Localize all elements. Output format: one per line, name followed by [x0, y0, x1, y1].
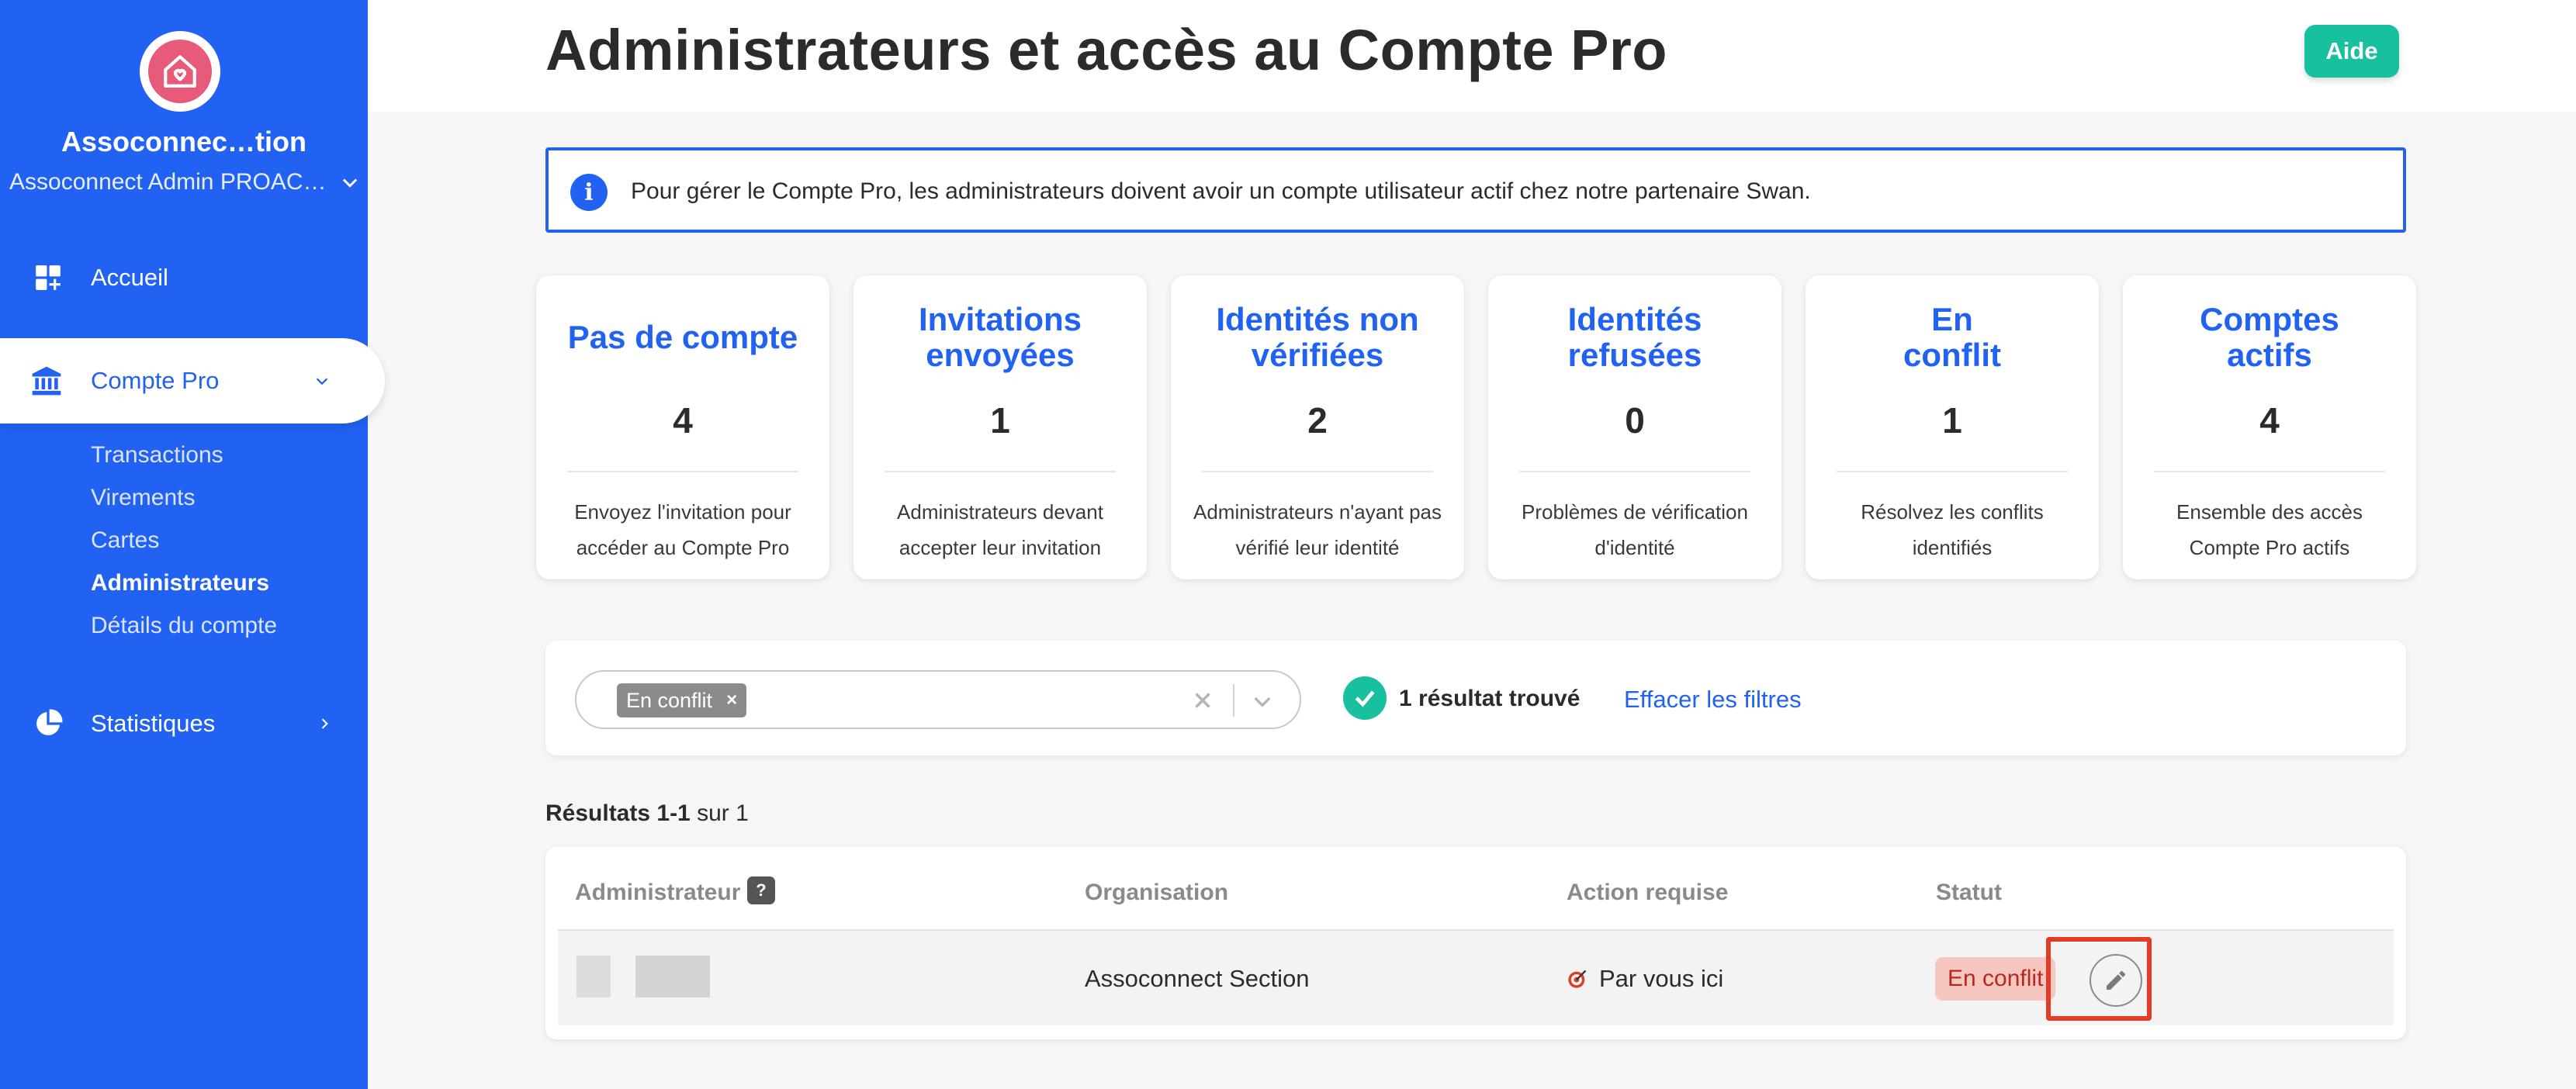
stat-card-en-conflit[interactable]: En conflit 1 Résolvez les conflits ident…: [1806, 275, 2099, 579]
stat-card-title: En conflit: [1903, 301, 2001, 373]
stat-card-title: Identités non vérifiées: [1216, 301, 1419, 373]
nav-accueil[interactable]: Accueil: [0, 235, 368, 320]
check-icon: [1343, 676, 1387, 720]
column-header-organisation[interactable]: Organisation: [1085, 880, 1228, 906]
stat-card-value: 1: [990, 400, 1010, 441]
column-header-admin[interactable]: Administrateur: [575, 880, 740, 906]
divider: [1837, 471, 2068, 472]
chevron-down-icon: [316, 378, 328, 385]
filter-chip-label: En conflit: [626, 688, 713, 712]
org-switcher[interactable]: Assoconnect Admin PROAC…: [9, 169, 361, 195]
nav-compte-pro-label: Compte Pro: [91, 367, 220, 394]
stat-card-desc: Résolvez les conflits identifiés: [1861, 500, 2044, 559]
chevron-right-icon: [321, 718, 328, 729]
divider: [885, 471, 1116, 472]
stat-card-desc: Envoyez l'invitation pour accéder au Com…: [574, 500, 791, 559]
admin-name-redacted: [576, 956, 710, 997]
subnav-cartes[interactable]: Cartes: [91, 527, 159, 554]
stat-card-value: 4: [673, 400, 693, 441]
table-row[interactable]: Assoconnect Section Par vous ici En conf…: [558, 929, 2394, 1025]
clear-filters-link[interactable]: Effacer les filtres: [1624, 686, 1802, 714]
filter-panel: En conflit × 1 résultat trouvé Effacer l…: [545, 641, 2406, 755]
pie-chart-icon: [31, 707, 65, 741]
stat-card-title: Identités refusées: [1567, 301, 1702, 373]
nav-accueil-label: Accueil: [91, 264, 168, 291]
filter-chip: En conflit ×: [617, 683, 747, 717]
stat-card-desc: Ensemble des accès Compte Pro actifs: [2176, 500, 2363, 559]
subnav-transactions[interactable]: Transactions: [91, 442, 223, 468]
nav-statistiques[interactable]: Statistiques: [0, 681, 368, 766]
chevron-down-icon[interactable]: [1250, 689, 1275, 714]
results-range: Résultats 1-1: [545, 800, 691, 826]
divider: [1519, 471, 1750, 472]
organisation-cell: Assoconnect Section: [1085, 965, 1310, 992]
status-badge: En conflit: [1935, 957, 2056, 1001]
edit-button[interactable]: [2090, 954, 2142, 1007]
stat-card-value: 4: [2259, 400, 2280, 441]
subnav-virements[interactable]: Virements: [91, 485, 196, 511]
divider: [567, 471, 798, 472]
stat-card-desc: Administrateurs n'ayant pas vérifié leur…: [1193, 500, 1442, 559]
stat-card-identites-refusees[interactable]: Identités refusées 0 Problèmes de vérifi…: [1488, 275, 1781, 579]
org-switcher-label: Assoconnect Admin PROAC…: [9, 169, 327, 195]
stat-card-invitations[interactable]: Invitations envoyées 1 Administrateurs d…: [853, 275, 1147, 579]
result-count: 1 résultat trouvé: [1399, 686, 1581, 711]
dashboard-icon: [31, 261, 65, 295]
action-cell: Par vous ici: [1567, 965, 1723, 993]
help-button[interactable]: Aide: [2304, 25, 2399, 78]
results-summary: Résultats 1-1 sur 1: [545, 800, 749, 827]
stat-card-identites-non-verifiees[interactable]: Identités non vérifiées 2 Administrateur…: [1171, 275, 1464, 579]
bank-icon: [29, 364, 64, 398]
stat-card-desc: Administrateurs devant accepter leur inv…: [897, 500, 1103, 559]
info-text: Pour gérer le Compte Pro, les administra…: [631, 178, 1811, 204]
stat-card-desc: Problèmes de vérification d'identité: [1522, 500, 1748, 559]
nav-statistiques-label: Statistiques: [91, 710, 216, 737]
action-label: Par vous ici: [1599, 965, 1724, 992]
subnav-administrateurs[interactable]: Administrateurs: [91, 570, 269, 596]
stat-card-title: Comptes actifs: [2200, 301, 2339, 373]
column-header-action[interactable]: Action requise: [1567, 880, 1728, 906]
info-icon: i: [570, 174, 608, 211]
stat-card-value: 2: [1307, 400, 1328, 441]
info-banner: i Pour gérer le Compte Pro, les administ…: [545, 147, 2406, 233]
org-name: Assoconnec…tion: [61, 126, 307, 157]
sidebar: Assoconnec…tion Assoconnect Admin PROAC……: [0, 0, 385, 1089]
divider: [1202, 471, 1433, 472]
column-header-status[interactable]: Statut: [1936, 880, 2002, 906]
status-filter-select[interactable]: En conflit ×: [575, 670, 1301, 729]
chip-remove-icon[interactable]: ×: [726, 690, 737, 711]
page-title: Administrateurs et accès au Compte Pro: [545, 18, 1667, 82]
pencil-icon: [2107, 970, 2125, 990]
house-heart-icon: [164, 55, 196, 88]
chevron-down-icon: [342, 178, 357, 188]
results-total: sur 1: [697, 800, 749, 826]
divider: [1233, 684, 1234, 717]
org-logo: [140, 31, 220, 112]
stat-card-title: Pas de compte: [567, 319, 798, 355]
stat-card-title: Invitations envoyées: [918, 301, 1082, 373]
divider: [2154, 471, 2385, 472]
target-icon: [1568, 970, 1587, 988]
help-question-icon[interactable]: ?: [747, 876, 775, 904]
stat-card-value: 1: [1942, 400, 1962, 441]
stat-card-value: 0: [1625, 400, 1645, 441]
nav-compte-pro[interactable]: Compte Pro: [0, 338, 385, 424]
stat-card-pas-de-compte[interactable]: Pas de compte 4 Envoyez l'invitation pou…: [536, 275, 829, 579]
admins-table: Administrateur ? Organisation Action req…: [545, 847, 2406, 1039]
subnav-details-compte[interactable]: Détails du compte: [91, 613, 277, 639]
stat-card-comptes-actifs[interactable]: Comptes actifs 4 Ensemble des accès Comp…: [2123, 275, 2416, 579]
clear-icon[interactable]: [1189, 687, 1216, 714]
